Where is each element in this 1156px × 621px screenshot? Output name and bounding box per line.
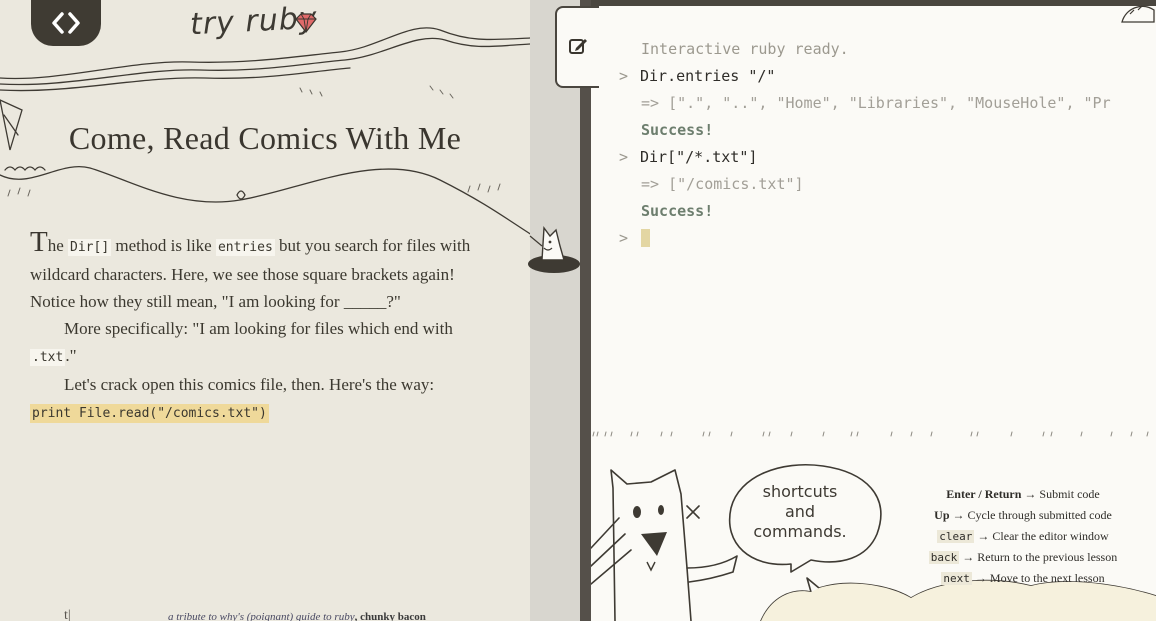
prompt-symbol: > [619, 67, 629, 85]
ruby-gem-icon [295, 13, 317, 33]
editor-top-bar [591, 0, 1156, 6]
shortcut-key: back [928, 551, 960, 564]
console-ready-text: Interactive ruby ready. [641, 40, 849, 58]
shortcut-desc: → Return to the previous lesson [962, 550, 1118, 564]
prompt-symbol: > [619, 148, 629, 166]
inline-code-dir: Dir[] [68, 239, 112, 256]
tribute-prefix: a tribute to [168, 611, 220, 621]
tribute-suffix: , chunky bacon [354, 611, 426, 621]
console-input-line: > Dir.entries "/" [619, 63, 1156, 90]
shortcut-desc: → Submit code [1024, 487, 1100, 501]
lesson-pane: try ruby Come, Read Comics With Me The D… [0, 0, 530, 621]
corner-doodle [1121, 5, 1155, 23]
console-success: Success! [641, 121, 714, 139]
console-result-line: => [".", "..", "Home", "Libraries", "Mou… [619, 90, 1156, 117]
console-input-line: > Dir["/*.txt"] [619, 144, 1156, 171]
lesson-title: Come, Read Comics With Me [68, 120, 462, 156]
shortcut-enter: Enter / Return → Submit code [905, 484, 1141, 505]
lesson-text: ." [65, 346, 77, 365]
console-cursor[interactable] [641, 229, 650, 247]
speech-bubble-text: commands. [753, 522, 846, 541]
shortcut-clear: clear → Clear the editor window [905, 526, 1141, 547]
pane-divider-inner [530, 0, 580, 621]
lesson-text: he [47, 236, 69, 255]
pane-divider-shadow [580, 0, 591, 621]
shortcut-up: Up → Cycle through submitted code [905, 505, 1141, 526]
console-status-line: Success! [619, 198, 1156, 225]
shortcut-key: clear [937, 530, 975, 543]
console-result-line: => ["/comics.txt"] [619, 171, 1156, 198]
shortcut-key: Enter / Return [946, 487, 1022, 501]
lesson-paragraph-3: Let's crack open this comics file, then.… [64, 375, 435, 394]
shortcuts-panel: Enter / Return → Submit code Up → Cycle … [905, 484, 1141, 589]
console-status-line: Success! [619, 117, 1156, 144]
inline-code-txt: .txt [30, 349, 66, 366]
console-result: => ["/comics.txt"] [641, 175, 804, 193]
console-input: Dir.entries "/" [640, 67, 776, 85]
ruby-console[interactable]: Interactive ruby ready. > Dir.entries "/… [619, 36, 1156, 252]
lesson-text: method is like [111, 236, 216, 255]
console-ready-line: Interactive ruby ready. [619, 36, 1156, 63]
inline-code-entries: entries [215, 239, 275, 256]
console-success: Success! [641, 202, 714, 220]
lesson-paragraph-2: More specifically: "I am looking for fil… [30, 315, 475, 371]
tribute-link[interactable]: why's (poignant) guide to ruby [220, 611, 355, 621]
drop-cap: T [30, 226, 48, 258]
console-input: Dir["/*.txt"] [640, 148, 758, 166]
speech-bubble-text: shortcuts [763, 482, 838, 501]
grass-line-decoration [592, 431, 1149, 437]
console-result: => [".", "..", "Home", "Libraries", "Mou… [641, 94, 1111, 112]
prompt-symbol: > [619, 229, 629, 247]
lesson-text: More specifically: "I am looking for fil… [64, 319, 453, 338]
home-logo-button[interactable] [31, 0, 101, 46]
console-active-prompt-line[interactable]: > [619, 225, 1156, 252]
shortcut-key: Up [934, 508, 950, 522]
runnable-code-snippet[interactable]: print File.read("/comics.txt") [30, 404, 269, 423]
edit-toggle-tab[interactable] [555, 6, 599, 88]
shortcut-back: back → Return to the previous lesson [905, 547, 1141, 568]
footer-tribute: a tribute to why's (poignant) guide to r… [168, 611, 426, 621]
speech-bubble-text: and [785, 502, 815, 521]
shortcut-desc: → Move to the next lesson [974, 571, 1105, 585]
lesson-snippet-line: print File.read("/comics.txt") [30, 398, 475, 427]
code-brackets-icon [52, 12, 80, 34]
lesson-body: The Dir[] method is like entries but you… [30, 228, 475, 427]
shortcut-next: next → Move to the next lesson [905, 568, 1141, 589]
lesson-paragraph-1: The Dir[] method is like entries but you… [30, 228, 475, 315]
shortcut-key: next [941, 572, 972, 585]
shortcut-desc: → Clear the editor window [977, 529, 1109, 543]
shortcut-desc: → Cycle through submitted code [952, 508, 1112, 522]
wolf-on-divider-illustration [528, 226, 580, 273]
edit-pencil-icon [569, 39, 587, 54]
footer-mark: t| [64, 608, 71, 621]
